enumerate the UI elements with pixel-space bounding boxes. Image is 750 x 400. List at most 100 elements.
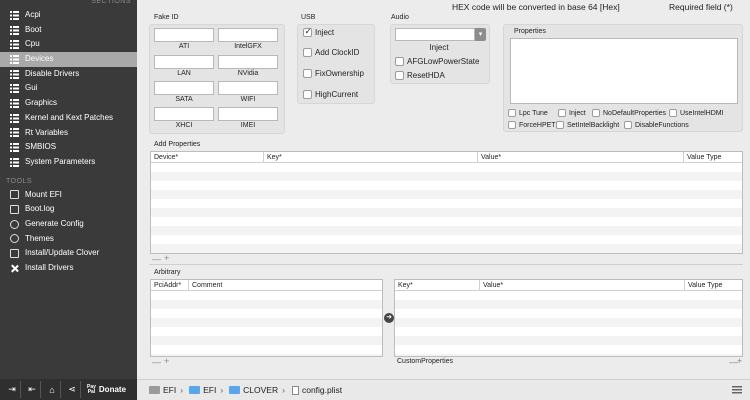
donate-button[interactable]: Pay Pal Donate [84, 381, 129, 398]
checkbox-box[interactable] [508, 121, 516, 129]
properties-textarea[interactable] [510, 38, 738, 104]
usb-add-clockid-checkbox[interactable]: Add ClockID [303, 48, 359, 57]
audio-inject-label: Inject [429, 43, 449, 52]
tool-label: Boot.log [25, 204, 55, 214]
tool-label: Themes [25, 233, 54, 243]
checkbox-box[interactable] [558, 109, 566, 117]
usb-inject-checkbox[interactable]: Inject [303, 26, 334, 37]
sidebar-item-rt-variables[interactable]: Rt Variables [0, 126, 137, 141]
usb-title: USB [301, 14, 316, 21]
column-header-value-type[interactable]: Value Type [684, 152, 742, 162]
arbitrary-add-button[interactable]: + [164, 356, 169, 366]
tool-label: Install/Update Clover [25, 248, 100, 258]
tool-mount-efi[interactable]: Mount EFI [0, 188, 137, 203]
custom-properties-add-button[interactable]: + [737, 356, 742, 366]
open-file-button[interactable]: ⇥ [4, 381, 21, 398]
themes-icon [10, 234, 19, 244]
tool-generate-config[interactable]: Generate Config [0, 217, 137, 232]
sidebar-item-boot[interactable]: Boot [0, 23, 137, 38]
useintelhdmi-checkbox[interactable]: UseIntelHDMI [669, 109, 724, 117]
tool-install-drivers[interactable]: Install Drivers [0, 261, 137, 276]
tool-install-update-clover[interactable]: Install/Update Clover [0, 246, 137, 261]
add-properties-table: Device* Key* Value* Value Type [150, 151, 743, 254]
arrow-right-icon[interactable]: ➜ [384, 313, 394, 323]
save-file-button[interactable]: ⇤ [24, 381, 41, 398]
wifi-field[interactable] [218, 81, 278, 95]
audio-afglowpowerstate-checkbox[interactable]: AFGLowPowerState [395, 57, 479, 66]
tool-themes[interactable]: Themes [0, 232, 137, 247]
column-header-pciaddr[interactable]: PciAddr* [151, 280, 189, 290]
lan-field[interactable] [154, 55, 214, 69]
sidebar-item-kernel-and-kext-patches[interactable]: Kernel and Kext Patches [0, 111, 137, 126]
sidebar-item-label: SMBIOS [25, 142, 57, 152]
share-button[interactable]: ⋖ [64, 381, 81, 398]
checkbox-box[interactable] [303, 90, 312, 99]
checkbox-box[interactable] [624, 121, 632, 129]
sidebar-item-system-parameters[interactable]: System Parameters [0, 155, 137, 170]
custom-properties-label: CustomProperties [397, 358, 454, 365]
sidebar-item-devices[interactable]: Devices [0, 52, 137, 67]
checkbox-box[interactable] [592, 109, 600, 117]
gear-icon [10, 219, 19, 229]
table-rows[interactable] [395, 291, 742, 356]
imei-field[interactable] [218, 107, 278, 121]
list-icon [10, 143, 19, 153]
audio-resethda-checkbox[interactable]: ResetHDA [395, 71, 445, 80]
log-icon [10, 205, 19, 215]
column-header-key[interactable]: Key* [264, 152, 478, 162]
sidebar-item-graphics[interactable]: Graphics [0, 96, 137, 111]
home-button[interactable]: ⌂ [44, 381, 61, 398]
add-properties-add-button[interactable]: + [164, 253, 169, 263]
list-icon [10, 69, 19, 79]
ati-field[interactable] [154, 28, 214, 42]
sidebar-item-cpu[interactable]: Cpu [0, 37, 137, 52]
path-segment[interactable]: config.plist [302, 385, 342, 395]
forcehpet-checkbox[interactable]: ForceHPET [508, 121, 556, 129]
tool-boot-log[interactable]: Boot.log [0, 202, 137, 217]
sata-field[interactable] [154, 81, 214, 95]
sidebar-item-acpi[interactable]: Acpi [0, 8, 137, 23]
checkbox-box[interactable] [395, 57, 404, 66]
column-header-value[interactable]: Value* [480, 280, 685, 290]
hex-note: HEX code will be converted in base 64 [H… [452, 2, 620, 12]
sidebar-item-gui[interactable]: Gui [0, 81, 137, 96]
checkbox-box[interactable] [556, 121, 564, 129]
menu-icon[interactable] [732, 386, 742, 394]
checkbox-box[interactable] [303, 26, 312, 37]
arbitrary-remove-button[interactable]: — [152, 357, 161, 367]
audio-panel: ▾ Inject AFGLowPowerState ResetHDA [390, 24, 490, 84]
checkbox-box[interactable] [303, 48, 312, 57]
checkbox-box[interactable] [303, 69, 312, 78]
sidebar-item-disable-drivers[interactable]: Disable Drivers [0, 67, 137, 82]
list-icon [10, 128, 19, 138]
column-header-value-type[interactable]: Value Type [685, 280, 742, 290]
usb-fixownership-checkbox[interactable]: FixOwnership [303, 69, 364, 78]
path-segment[interactable]: CLOVER [243, 385, 278, 395]
arbitrary-title: Arbitrary [154, 269, 181, 276]
chevron-down-icon[interactable]: ▾ [475, 28, 486, 41]
xhci-label: XHCI [175, 122, 193, 129]
intelgfx-field[interactable] [218, 28, 278, 42]
xhci-field[interactable] [154, 107, 214, 121]
nvidia-field[interactable] [218, 55, 278, 69]
table-rows[interactable] [151, 291, 382, 356]
column-header-device[interactable]: Device* [151, 152, 264, 162]
column-header-value[interactable]: Value* [478, 152, 684, 162]
add-properties-remove-button[interactable]: — [152, 254, 161, 264]
checkbox-box[interactable] [508, 109, 516, 117]
sidebar-item-smbios[interactable]: SMBIOS [0, 140, 137, 155]
nodefaultproperties-checkbox[interactable]: NoDefaultProperties [592, 109, 666, 117]
setintelbacklight-checkbox[interactable]: SetIntelBacklight [556, 121, 619, 129]
column-header-key[interactable]: Key* [395, 280, 480, 290]
audio-inject-select[interactable] [395, 28, 475, 41]
checkbox-box[interactable] [395, 71, 404, 80]
usb-highcurrent-checkbox[interactable]: HighCurrent [303, 90, 358, 99]
path-segment[interactable]: EFI [203, 385, 216, 395]
path-segment[interactable]: EFI [163, 385, 176, 395]
disablefunctions-checkbox[interactable]: DisableFunctions [624, 121, 689, 129]
column-header-comment[interactable]: Comment [189, 280, 382, 290]
checkbox-box[interactable] [669, 109, 677, 117]
properties-inject-checkbox[interactable]: Inject [558, 109, 586, 117]
table-rows[interactable] [151, 163, 742, 253]
lpc-tune-checkbox[interactable]: Lpc Tune [508, 109, 548, 117]
